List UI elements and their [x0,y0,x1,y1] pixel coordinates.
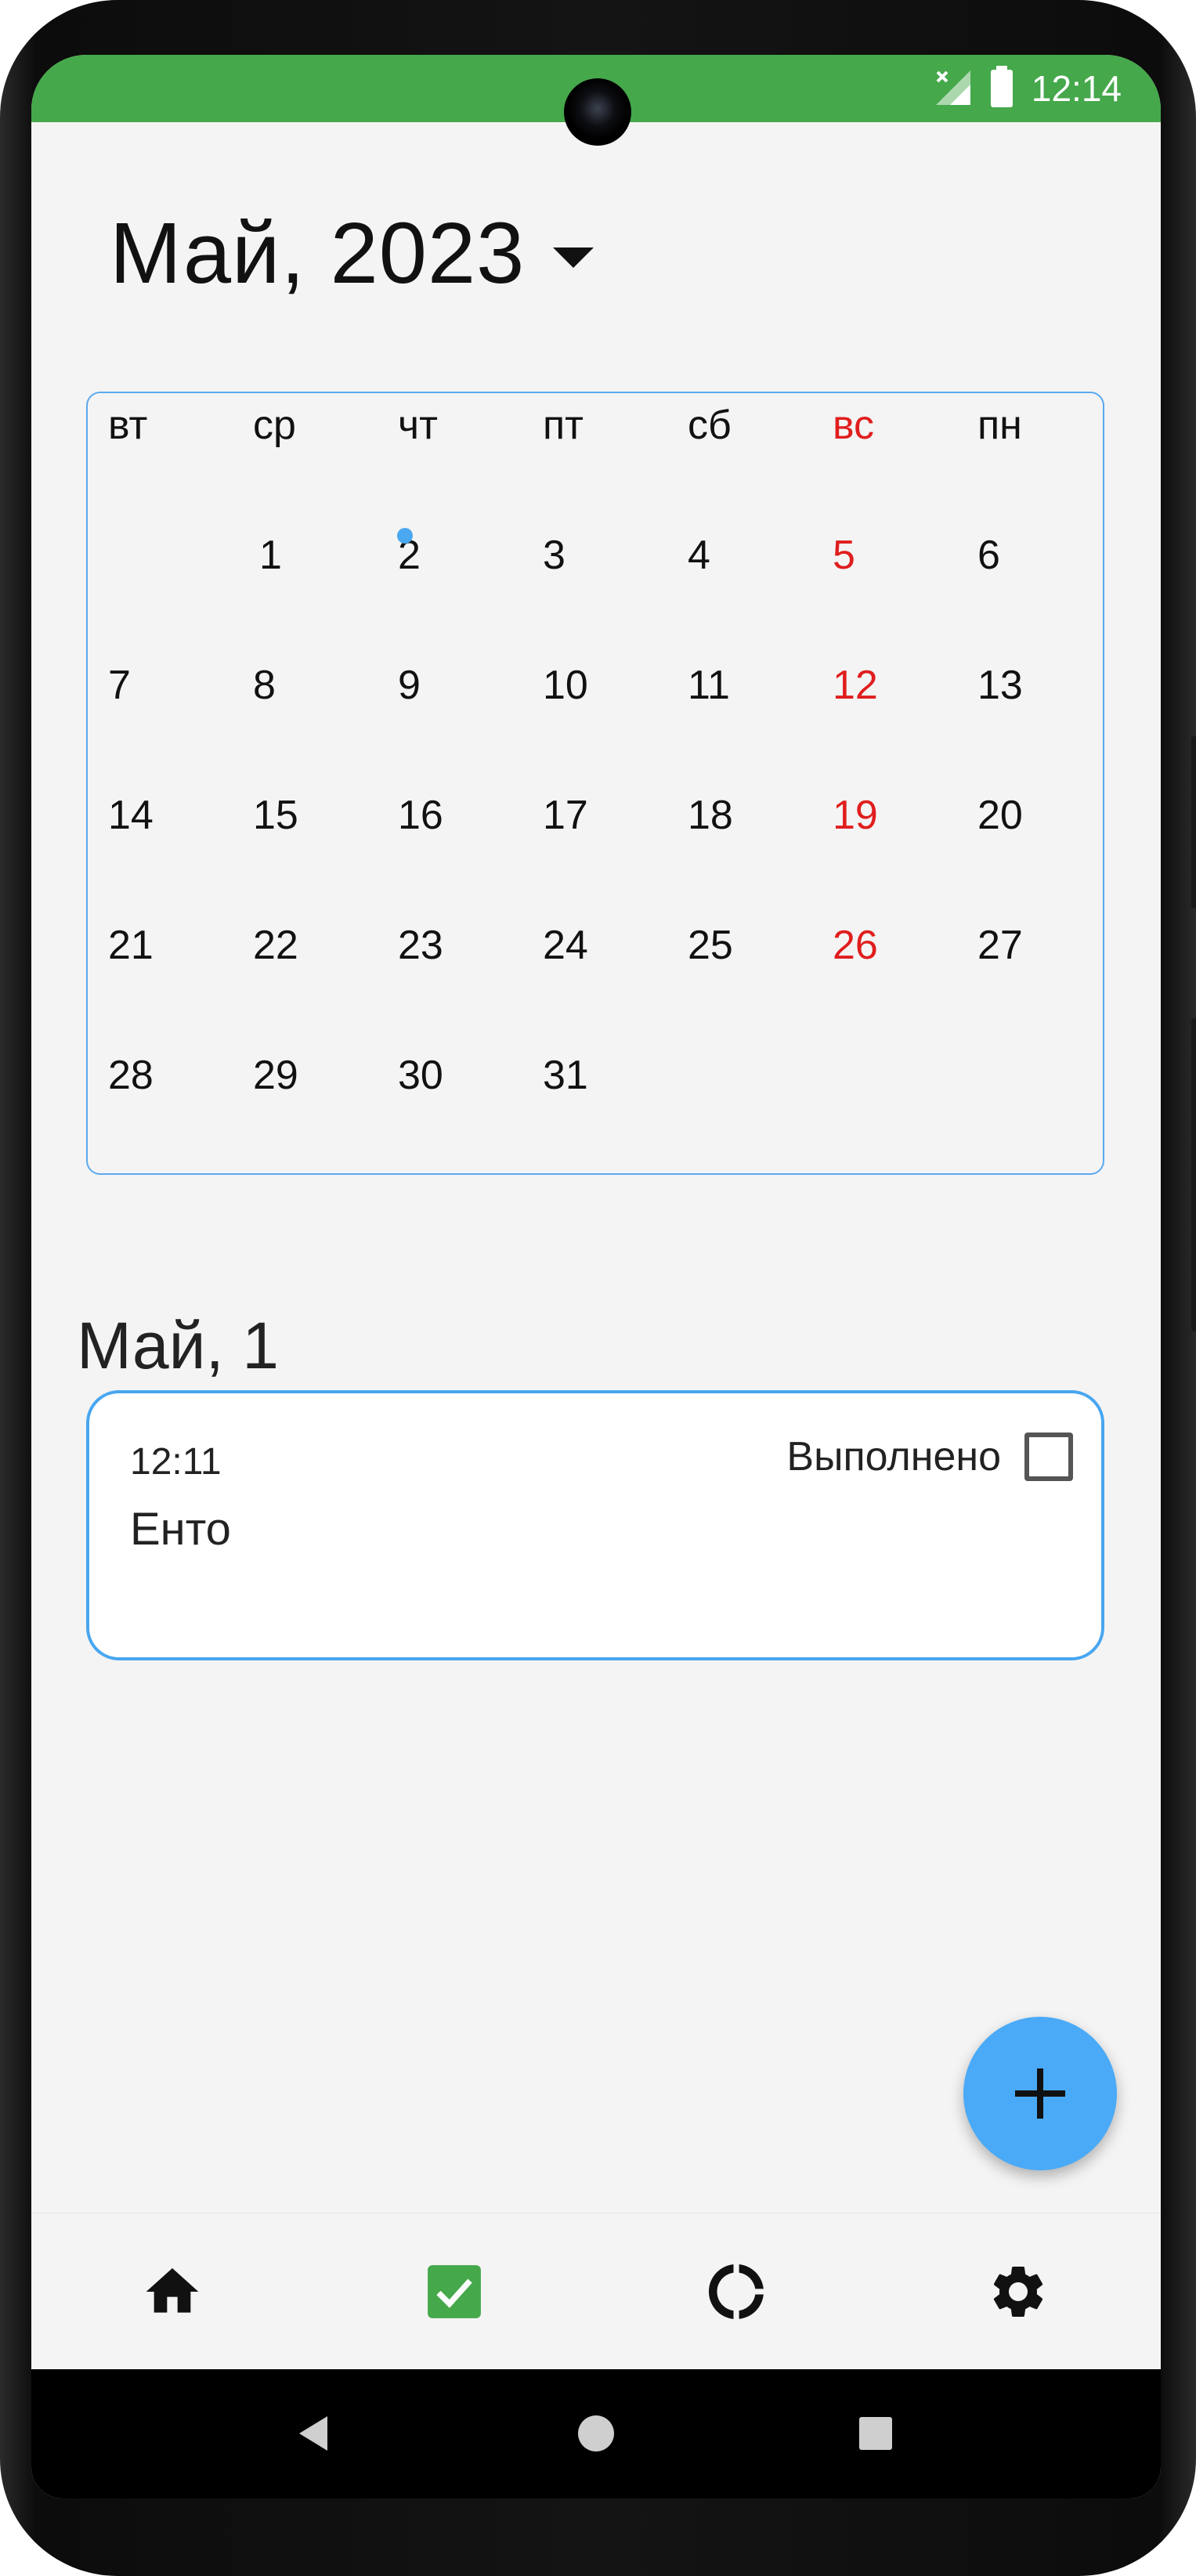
nav-home[interactable] [31,2213,313,2370]
calendar-week-row: 1 2 3 4 5 6 [108,528,1126,583]
home-icon [146,2268,199,2313]
calendar-day-empty [108,528,253,583]
calendar-week-row: 14 15 16 17 18 19 20 [108,788,1126,843]
event-indicator-dot [397,528,413,544]
donut-chart-icon [709,2264,764,2319]
signal-off-icon [933,67,972,110]
calendar-day[interactable]: 24 [543,918,688,973]
system-recents-button[interactable] [852,2410,899,2457]
calendar-week-row: 7 8 9 10 11 12 13 [108,658,1126,713]
calendar-day[interactable]: 3 [543,528,688,583]
weekday-label: сб [688,403,732,448]
calendar-week-row: 21 22 23 24 25 26 27 [108,918,1126,973]
calendar-day[interactable]: 23 [398,918,543,973]
calendar-day-sunday[interactable]: 19 [833,788,977,843]
system-navigation-bar [31,2369,1161,2498]
task-done-toggle[interactable]: Выполнено [786,1433,1073,1481]
task-title: Енто [130,1504,231,1555]
recents-square-icon [859,2417,892,2450]
calendar-day[interactable]: 27 [977,918,1122,973]
app-screen: 12:14 Май, 2023 вт ср чт пт сб вс пн 1 2… [31,55,1161,2498]
calendar-day-sunday[interactable]: 5 [833,528,977,583]
calendar-day[interactable]: 13 [977,658,1122,713]
calendar-day-empty [688,1048,833,1103]
selected-date-heading: Май, 1 [77,1309,279,1382]
calendar-day-empty [833,1048,977,1103]
calendar-day[interactable]: 8 [253,658,398,713]
weekday-label: вт [108,403,148,448]
calendar-day[interactable]: 18 [688,788,833,843]
nav-settings[interactable] [877,2213,1159,2370]
home-circle-icon [578,2415,614,2451]
nav-statistics[interactable] [595,2213,877,2370]
status-indicators: 12:14 [933,65,1122,112]
calendar-day[interactable]: 30 [398,1048,543,1103]
calendar-day[interactable]: 6 [977,528,1122,583]
calendar-day-sunday[interactable]: 12 [833,658,977,713]
settings-gear-icon [993,2267,1043,2317]
weekday-label: пн [977,403,1022,448]
calendar-day[interactable]: 1 [259,528,404,583]
calendar-day[interactable]: 21 [108,918,253,973]
calendar-day[interactable]: 22 [253,918,398,973]
calendar-day[interactable]: 9 [398,658,543,713]
calendar-day[interactable]: 29 [253,1048,398,1103]
check-box-icon [428,2265,481,2318]
weekday-header-row: вт ср чт пт сб вс пн [108,398,1126,453]
power-button [1191,1018,1196,1331]
calendar-day[interactable]: 11 [688,658,833,713]
calendar-week-row: 28 29 30 31 [108,1048,1126,1103]
system-back-button[interactable] [290,2410,337,2457]
nav-tasks[interactable] [313,2213,595,2370]
calendar-day-empty [977,1048,1122,1103]
volume-button [1191,736,1196,909]
status-time: 12:14 [1031,68,1122,109]
battery-icon [989,65,1014,112]
calendar-day[interactable]: 7 [108,658,253,713]
calendar-day-sunday[interactable]: 26 [833,918,977,973]
weekday-label: чт [398,403,438,448]
bottom-navigation [31,2213,1161,2370]
front-camera [564,78,631,146]
weekday-label: пт [543,403,584,448]
task-time: 12:11 [130,1441,222,1483]
month-title: Май, 2023 [110,205,526,302]
calendar-day[interactable]: 25 [688,918,833,973]
caret-down-icon [553,247,594,268]
task-card[interactable]: 12:11 Енто Выполнено [86,1390,1104,1660]
calendar-day[interactable]: 20 [977,788,1122,843]
weekday-label: ср [253,403,296,448]
calendar-day[interactable]: 15 [253,788,398,843]
weekday-label-sunday: вс [833,403,875,448]
calendar-day[interactable]: 2 [398,528,543,583]
system-home-button[interactable] [573,2410,620,2457]
task-done-checkbox[interactable] [1024,1433,1073,1481]
month-picker[interactable]: Май, 2023 [110,204,594,303]
calendar-grid: вт ср чт пт сб вс пн 1 2 3 4 5 6 7 8 9 1… [86,392,1104,1175]
calendar-day[interactable]: 10 [543,658,688,713]
calendar-day[interactable]: 14 [108,788,253,843]
calendar-day[interactable]: 17 [543,788,688,843]
calendar-day[interactable]: 28 [108,1048,253,1103]
phone-frame: 12:14 Май, 2023 вт ср чт пт сб вс пн 1 2… [0,0,1196,2576]
task-done-label: Выполнено [786,1434,1001,1479]
calendar-day[interactable]: 31 [543,1048,688,1103]
add-task-button[interactable] [963,2017,1117,2170]
calendar-day[interactable]: 16 [398,788,543,843]
calendar-day[interactable]: 4 [688,528,833,583]
plus-icon [1015,2068,1065,2119]
back-icon [299,2416,327,2451]
